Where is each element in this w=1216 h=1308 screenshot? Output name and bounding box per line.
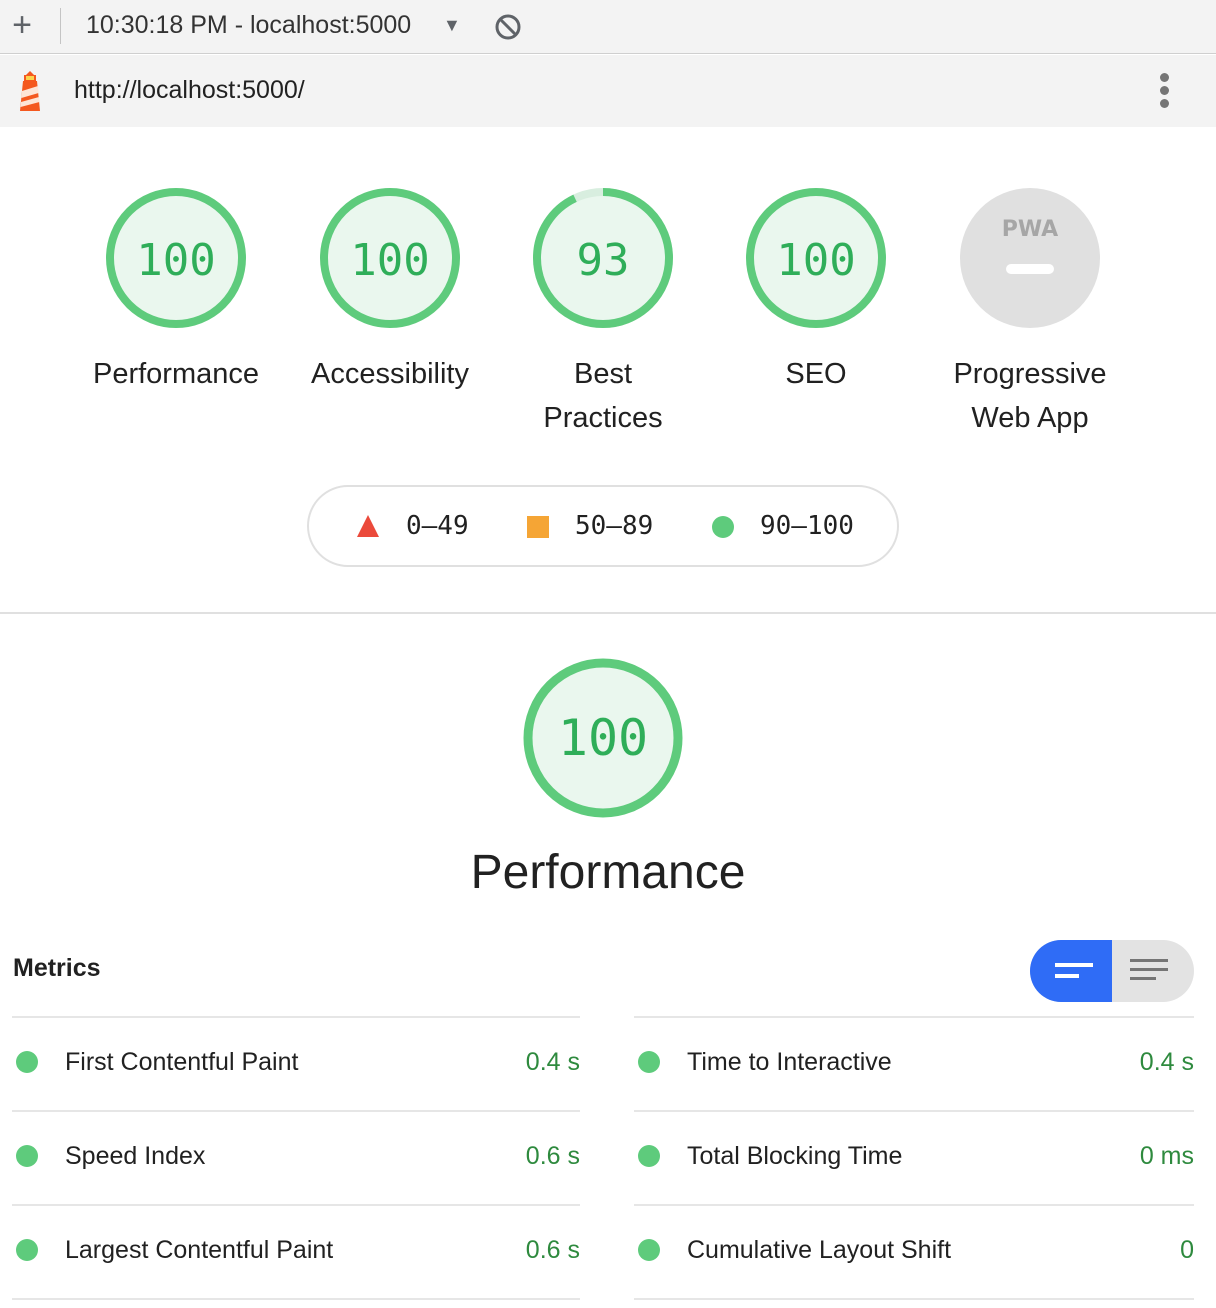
metrics-view-toggle[interactable] xyxy=(1030,940,1194,1002)
gauge-label-line2: Practices xyxy=(543,402,663,434)
metric-value: 0 ms xyxy=(1139,1142,1194,1170)
gauge-score: 100 xyxy=(776,235,855,286)
legend-fail-range: 0–49 xyxy=(406,511,469,541)
compact-view-button[interactable] xyxy=(1030,940,1112,1002)
gauge-performance[interactable]: 100 Performance xyxy=(76,186,276,396)
metric-value: 0.4 s xyxy=(525,1048,580,1076)
pwa-icon: PWA xyxy=(960,188,1100,328)
gauge-score: 93 xyxy=(577,235,630,286)
gauge-label-line1: Progressive xyxy=(953,358,1107,390)
performance-score: 100 xyxy=(558,709,648,767)
average-square-icon xyxy=(527,516,549,538)
pass-circle-icon xyxy=(638,1051,660,1073)
devtools-toolbar: + 10:30:18 PM - localhost:5000 ▼ xyxy=(0,0,1216,54)
pass-circle-icon xyxy=(16,1145,38,1167)
gauge-label-line1: Performance xyxy=(92,358,259,390)
metric-label: First Contentful Paint xyxy=(65,1048,299,1076)
gauge-ring: 100 xyxy=(746,188,886,328)
gauge-score: 100 xyxy=(136,235,215,286)
pass-circle-icon xyxy=(712,516,734,538)
compact-view-icon xyxy=(1055,963,1093,978)
metric-value: 0 xyxy=(1180,1236,1194,1264)
metric-label: Cumulative Layout Shift xyxy=(687,1236,952,1264)
gauge-ring: 100 xyxy=(320,188,460,328)
metric-label: Time to Interactive xyxy=(687,1048,892,1076)
metric-row[interactable]: Total Blocking Time 0 ms xyxy=(634,1110,1194,1204)
lighthouse-icon xyxy=(20,71,40,111)
metric-label: Largest Contentful Paint xyxy=(65,1236,334,1264)
fail-triangle-icon xyxy=(357,515,379,537)
performance-gauge: 100 xyxy=(523,658,683,818)
gauge-score: 100 xyxy=(350,235,429,286)
legend-average-range: 50–89 xyxy=(575,511,654,541)
metric-row[interactable]: Cumulative Layout Shift 0 xyxy=(634,1204,1194,1300)
gauge-label-line1: Best xyxy=(573,358,633,390)
gauge-label: Performance xyxy=(76,352,276,396)
toolbar-divider xyxy=(60,8,61,44)
expanded-view-icon xyxy=(1130,959,1168,980)
pass-circle-icon xyxy=(16,1051,38,1073)
metrics-heading: Metrics xyxy=(13,954,101,982)
report-selector[interactable]: 10:30:18 PM - localhost:5000 xyxy=(86,11,411,40)
section-divider xyxy=(0,612,1216,614)
gauge-ring: 93 xyxy=(533,188,673,328)
gauge-ring: 100 xyxy=(106,188,246,328)
category-title: Performance xyxy=(470,846,746,899)
gauge-best-practices[interactable]: 93 Best Practices xyxy=(503,186,703,440)
metric-label: Total Blocking Time xyxy=(687,1142,903,1170)
more-vertical-icon[interactable] xyxy=(1150,71,1178,111)
pass-circle-icon xyxy=(16,1239,38,1261)
gauge-label-line1: Accessibility xyxy=(311,358,469,390)
pass-circle-icon xyxy=(638,1239,660,1261)
score-legend: 0–49 50–89 90–100 xyxy=(307,485,899,567)
metrics-column-right: Time to Interactive 0.4 s Total Blocking… xyxy=(634,1016,1194,1300)
metric-row[interactable]: Largest Contentful Paint 0.6 s xyxy=(12,1204,580,1300)
report-header: http://localhost:5000/ xyxy=(0,55,1216,127)
metric-value: 0.6 s xyxy=(525,1236,580,1264)
gauge-accessibility[interactable]: 100 Accessibility xyxy=(290,186,490,396)
metric-row[interactable]: First Contentful Paint 0.4 s xyxy=(12,1016,580,1110)
gauge-label: Progressive Web App xyxy=(930,352,1130,440)
pwa-badge-text: PWA xyxy=(1002,217,1058,242)
metric-value: 0.4 s xyxy=(1139,1048,1194,1076)
gauge-label: Best Practices xyxy=(503,352,703,440)
metric-label: Speed Index xyxy=(65,1142,206,1170)
gauge-label-line1: SEO xyxy=(785,358,847,390)
pass-circle-icon xyxy=(638,1145,660,1167)
metric-row[interactable]: Speed Index 0.6 s xyxy=(12,1110,580,1204)
gauge-label-line2: Web App xyxy=(971,402,1089,434)
metric-value: 0.6 s xyxy=(525,1142,580,1170)
block-icon[interactable] xyxy=(494,13,522,41)
chevron-down-icon[interactable]: ▼ xyxy=(443,15,461,36)
gauge-label: Accessibility xyxy=(290,352,490,396)
metric-row[interactable]: Time to Interactive 0.4 s xyxy=(634,1016,1194,1110)
gauge-label: SEO xyxy=(716,352,916,396)
expanded-view-button[interactable] xyxy=(1112,940,1194,1002)
report-url: http://localhost:5000/ xyxy=(74,76,305,104)
gauge-seo[interactable]: 100 SEO xyxy=(716,186,916,396)
new-report-button[interactable]: + xyxy=(8,8,36,42)
legend-pass-range: 90–100 xyxy=(760,511,854,541)
gauge-pwa[interactable]: PWA Progressive Web App xyxy=(930,186,1130,440)
metrics-column-left: First Contentful Paint 0.4 s Speed Index… xyxy=(12,1016,580,1300)
